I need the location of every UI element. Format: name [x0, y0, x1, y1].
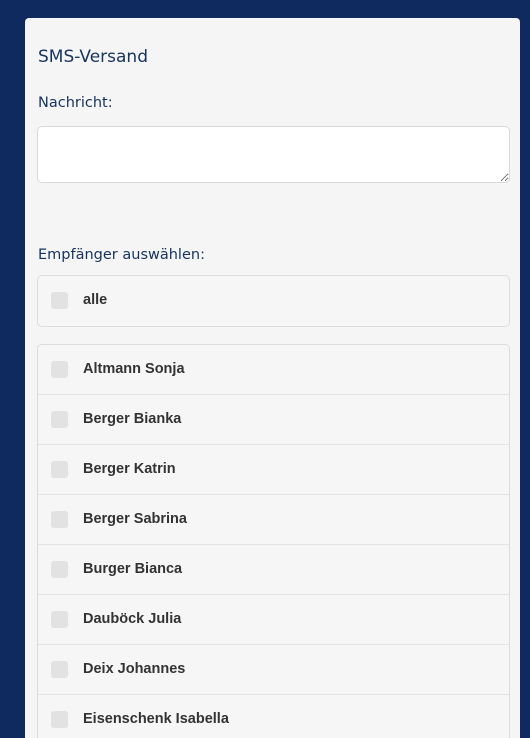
select-all-label: alle — [83, 292, 108, 308]
recipient-checkbox[interactable] — [51, 611, 68, 628]
recipient-name: Eisenschenk Isabella — [83, 711, 229, 727]
recipient-row[interactable]: Berger Katrin — [38, 445, 509, 495]
recipient-checkbox[interactable] — [51, 511, 68, 528]
recipient-row[interactable]: Berger Sabrina — [38, 495, 509, 545]
recipient-row[interactable]: Deix Johannes — [38, 645, 509, 695]
recipient-list: Altmann Sonja Berger Bianka Berger Katri… — [37, 344, 510, 738]
recipient-name: Berger Katrin — [83, 461, 176, 477]
recipient-row[interactable]: Burger Bianca — [38, 545, 509, 595]
message-textarea[interactable] — [37, 126, 510, 183]
recipient-name: Burger Bianca — [83, 561, 183, 577]
recipients-label: Empfänger auswählen: — [38, 247, 205, 263]
recipient-checkbox[interactable] — [51, 561, 68, 578]
recipient-row[interactable]: Eisenschenk Isabella — [38, 695, 509, 738]
recipient-name: Dauböck Julia — [83, 611, 182, 627]
recipient-checkbox[interactable] — [51, 661, 68, 678]
recipient-checkbox[interactable] — [51, 361, 68, 378]
recipient-name: Berger Bianka — [83, 411, 182, 427]
recipient-checkbox[interactable] — [51, 711, 68, 728]
recipient-row[interactable]: Altmann Sonja — [38, 345, 509, 395]
select-all-group: alle — [37, 275, 510, 327]
recipient-checkbox[interactable] — [51, 461, 68, 478]
panel-title: SMS-Versand — [38, 47, 148, 67]
select-all-row[interactable]: alle — [38, 276, 509, 326]
message-label: Nachricht: — [38, 95, 113, 111]
recipient-row[interactable]: Berger Bianka — [38, 395, 509, 445]
sms-panel: SMS-Versand Nachricht: Empfänger auswähl… — [25, 18, 520, 738]
recipient-row[interactable]: Dauböck Julia — [38, 595, 509, 645]
recipient-name: Berger Sabrina — [83, 511, 187, 527]
recipient-name: Deix Johannes — [83, 661, 186, 677]
select-all-checkbox[interactable] — [51, 292, 68, 309]
recipient-name: Altmann Sonja — [83, 361, 185, 377]
recipient-checkbox[interactable] — [51, 411, 68, 428]
